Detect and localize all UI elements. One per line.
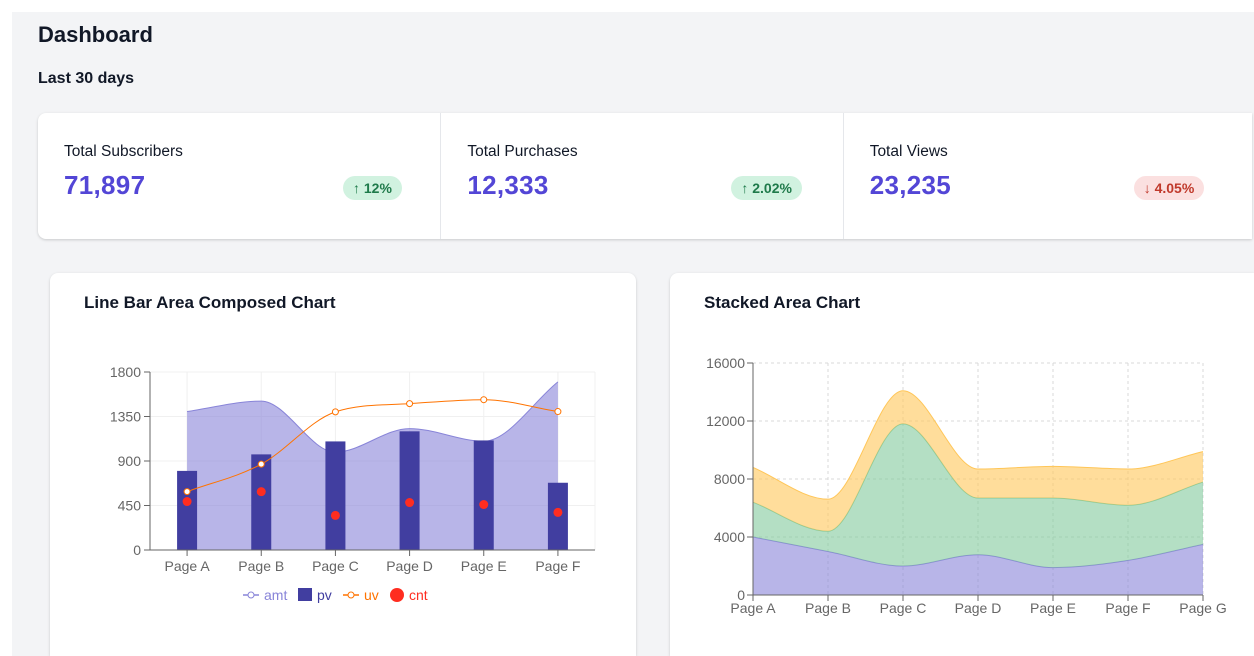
legend-swatch [390,588,404,602]
chart-legend: amt pv uv cnt [243,587,428,603]
x-tick-label: Page C [880,600,927,616]
y-tick-label: 12000 [706,413,745,429]
bar-pv [177,470,198,550]
x-tick-label: Page E [461,558,507,574]
x-tick-label: Page F [1105,600,1150,616]
point-uv [183,488,191,496]
arrow-down-icon: ↓ [1143,180,1151,196]
legend-label: cnt [409,587,428,603]
composed-chart: 0 450 900 1350 1800 Page A Page B Page C Page D P… [110,364,596,603]
bar-pv [325,441,346,550]
point-uv [554,408,562,416]
x-tick-label: Page A [165,558,211,574]
stat-change-value: 4.05% [1154,180,1195,196]
y-tick-label: 0 [133,542,141,558]
y-tick-label: 4000 [714,529,745,545]
page-title: Dashboard [38,22,153,47]
y-tick-label: 16000 [706,355,745,371]
point-uv [331,408,339,416]
y-tick-label: 450 [118,498,142,514]
arrow-up-icon: ↑ [741,180,749,196]
point-uv [406,400,414,408]
y-tick-label: 1350 [110,409,141,425]
legend-label: uv [364,587,379,603]
x-tick-label: Page G [1179,600,1226,616]
stat-value: 71,897 [64,170,146,200]
stat-change-badge: ↓ 4.05% [1133,176,1205,200]
y-tick-label: 8000 [714,471,745,487]
stacked-area-chart-card: Stacked Area Chart 0 4000 8000 12000 16000 Pa… [670,273,1254,656]
point-cnt [182,497,192,507]
x-tick-label: Page B [805,600,851,616]
x-tick-label: Page D [386,558,433,574]
x-tick-label: Page E [1030,600,1076,616]
stat-label: Total Purchases [467,143,578,160]
point-uv [480,396,488,404]
composed-chart-card: Line Bar Area Composed Chart 0 450 900 1350… [50,273,636,656]
stat-value: 12,333 [467,170,549,200]
bar-pv [399,431,420,550]
stats-panel: Total Subscribers 71,897 ↑ 12% Total Pur… [38,113,1252,239]
stat-change-badge: ↑ 2.02% [731,176,802,200]
stacked-area-chart: 0400080001200016000Page A Page B Page C Pag… [706,355,1227,616]
point-uv [257,460,265,468]
stat-card-purchases: Total Purchases 12,333 ↑ 2.02% [441,113,844,239]
stat-change-badge: ↑ 12% [343,176,402,200]
bar-pv [251,454,272,550]
arrow-up-icon: ↑ [353,180,360,196]
x-tick-label: Page A [730,600,776,616]
stat-change-value: 2.02% [752,180,792,196]
x-tick-label: Page D [955,600,1002,616]
x-tick-label: Page B [238,558,284,574]
legend-swatch [247,591,255,599]
legend-swatch [298,588,312,601]
stat-card-views: Total Views 23,235 ↓ 4.05% [844,113,1252,239]
legend-swatch [347,591,355,599]
stat-label: Total Subscribers [64,143,183,160]
area-amt [187,381,558,550]
x-tick-label: Page F [535,558,580,574]
legend-label: pv [317,587,332,603]
point-cnt [479,500,489,510]
point-cnt [405,498,415,508]
bar-pv [473,440,494,550]
stat-card-subscribers: Total Subscribers 71,897 ↑ 12% [38,113,442,239]
point-cnt [330,510,340,520]
stat-value: 23,235 [869,170,952,200]
page-subtitle: Last 30 days [38,70,135,87]
x-tick-label: Page C [312,558,359,574]
point-cnt [256,487,266,497]
stat-change-value: 12% [363,180,392,196]
stat-label: Total Views [869,143,948,160]
y-tick-label: 900 [118,453,142,469]
legend-label: amt [264,587,287,603]
point-cnt [553,507,563,517]
y-tick-label: 1800 [110,364,141,380]
